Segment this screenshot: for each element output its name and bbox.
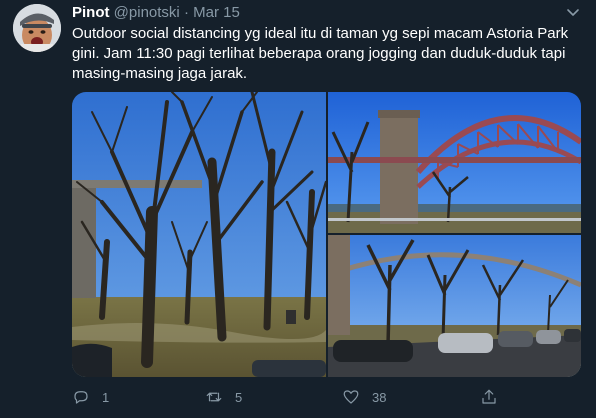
tweet-actions: 1 5 38	[72, 386, 584, 408]
retweet-icon	[206, 392, 222, 402]
chevron-down-icon	[567, 9, 579, 16]
heart-icon	[343, 390, 359, 404]
tweet[interactable]: Pinot @pinotski · Mar 15 Outdoor social …	[0, 0, 596, 418]
tweet-date[interactable]: Mar 15	[193, 4, 240, 21]
reply-count: 1	[102, 389, 110, 405]
photo-street-cars[interactable]	[328, 235, 581, 377]
author-name[interactable]: Pinot	[72, 4, 110, 21]
avatar-image	[13, 4, 61, 52]
tweet-header: Pinot @pinotski · Mar 15	[72, 4, 240, 22]
separator: ·	[183, 4, 189, 21]
retweet-button[interactable]: 5	[205, 386, 242, 408]
photo-park-trees[interactable]	[72, 92, 326, 377]
retweet-count: 5	[235, 389, 243, 405]
more-options-button[interactable]	[564, 3, 582, 21]
photo-bridge-arch[interactable]	[328, 92, 581, 233]
reply-button[interactable]: 1	[72, 386, 109, 408]
share-button[interactable]	[480, 386, 510, 408]
share-icon	[482, 389, 496, 404]
like-button[interactable]: 38	[342, 386, 386, 408]
media-grid	[72, 92, 581, 377]
tweet-text: Outdoor social distancing yg ideal itu d…	[72, 25, 569, 82]
avatar[interactable]	[13, 4, 61, 52]
like-count: 38	[372, 389, 387, 405]
reply-icon	[74, 391, 88, 404]
author-handle[interactable]: @pinotski	[114, 4, 180, 21]
